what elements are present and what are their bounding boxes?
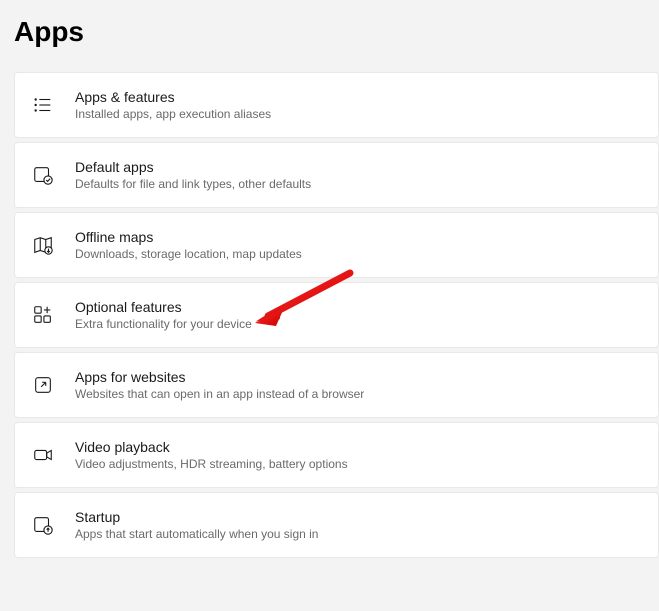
card-subtitle: Apps that start automatically when you s… [75,527,318,541]
card-subtitle: Extra functionality for your device [75,317,252,331]
video-icon [31,443,55,467]
optional-features-icon [31,303,55,327]
startup-icon [31,513,55,537]
card-offline-maps[interactable]: Offline maps Downloads, storage location… [14,212,659,278]
apps-card-list: Apps & features Installed apps, app exec… [0,72,659,558]
default-apps-icon [31,163,55,187]
card-title: Startup [75,509,318,525]
card-title: Offline maps [75,229,302,245]
card-subtitle: Websites that can open in an app instead… [75,387,364,401]
list-icon [31,93,55,117]
card-apps-features[interactable]: Apps & features Installed apps, app exec… [14,72,659,138]
card-optional-features[interactable]: Optional features Extra functionality fo… [14,282,659,348]
card-title: Default apps [75,159,311,175]
card-apps-for-websites[interactable]: Apps for websites Websites that can open… [14,352,659,418]
card-subtitle: Video adjustments, HDR streaming, batter… [75,457,348,471]
card-startup[interactable]: Startup Apps that start automatically wh… [14,492,659,558]
card-video-playback[interactable]: Video playback Video adjustments, HDR st… [14,422,659,488]
card-subtitle: Downloads, storage location, map updates [75,247,302,261]
map-icon [31,233,55,257]
open-external-icon [31,373,55,397]
card-subtitle: Defaults for file and link types, other … [75,177,311,191]
card-title: Apps for websites [75,369,364,385]
card-subtitle: Installed apps, app execution aliases [75,107,271,121]
page-title: Apps [14,16,659,48]
card-title: Apps & features [75,89,271,105]
card-default-apps[interactable]: Default apps Defaults for file and link … [14,142,659,208]
card-title: Video playback [75,439,348,455]
card-title: Optional features [75,299,252,315]
